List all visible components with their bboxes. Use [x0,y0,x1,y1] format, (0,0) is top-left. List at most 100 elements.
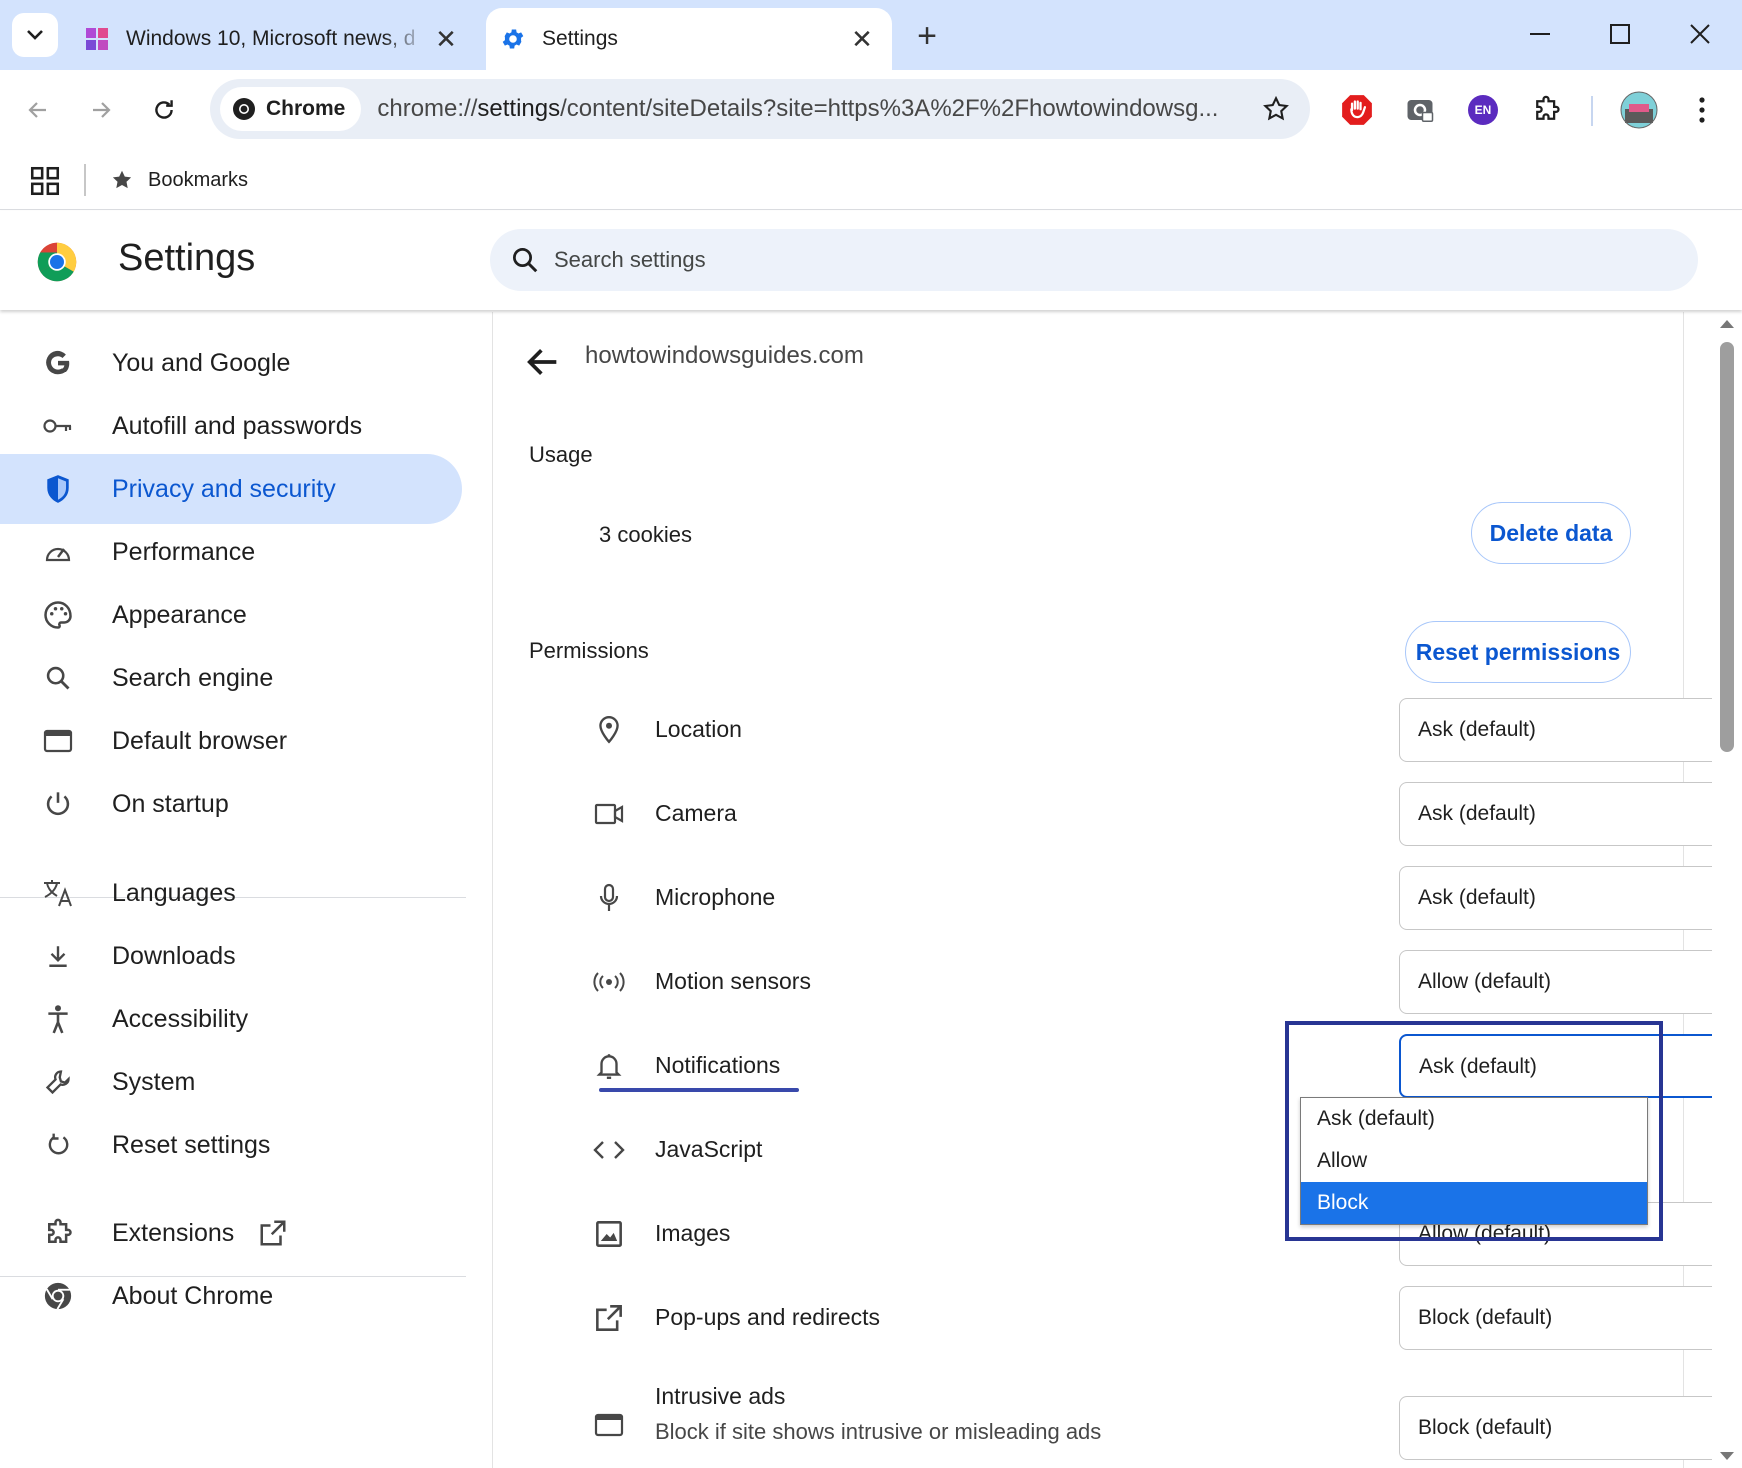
notifications-highlight-underline [599,1088,799,1092]
permission-label: Microphone [655,884,776,910]
close-icon[interactable]: ✕ [844,21,880,57]
tab-search-button[interactable] [12,13,58,57]
url-path: /content/siteDetails?site=https%3A%2F%2F… [560,95,1219,122]
camera-app-icon [1407,100,1434,122]
option-block[interactable]: Block [1301,1182,1647,1224]
camera-permission-select[interactable]: Ask (default) [1399,782,1742,846]
shield-icon [42,473,74,505]
sidebar-item-reset-settings[interactable]: Reset settings [0,1110,462,1180]
extension-badge-label: EN [1474,103,1492,117]
close-window-button[interactable] [1660,8,1740,60]
sidebar-item-label: Autofill and passwords [112,411,363,440]
sidebar-item-languages[interactable]: Languages [0,858,462,928]
back-button[interactable] [14,86,62,134]
sidebar-item-you-and-google[interactable]: You and Google [0,328,462,398]
browser-window-icon [42,725,74,757]
sidebar-item-performance[interactable]: Performance [0,517,462,587]
search-input[interactable] [554,247,1454,273]
camera-icon [593,798,625,830]
sidebar-item-extensions[interactable]: Extensions [0,1198,462,1268]
sidebar-item-search-engine[interactable]: Search engine [0,643,462,713]
palette-icon [42,599,74,631]
tab-windows10-news[interactable]: Windows 10, Microsoft news, d ✕ [70,8,476,70]
plus-icon: + [917,16,937,55]
star-filled-icon [112,170,132,189]
close-icon[interactable]: ✕ [428,21,464,57]
settings-search-box[interactable] [490,229,1698,291]
sidebar-item-label: System [112,1067,196,1096]
permission-label: JavaScript [655,1136,763,1162]
key-icon [42,410,74,442]
permission-sublabel: Block if site shows intrusive or mislead… [655,1419,1102,1444]
delete-data-button[interactable]: Delete data [1471,502,1631,564]
sidebar-item-system[interactable]: System [0,1047,462,1117]
intrusive-ads-permission-select[interactable]: Block (default) [1399,1396,1742,1460]
sidebar-item-privacy-and-security[interactable]: Privacy and security [0,454,462,524]
reset-permissions-button[interactable]: Reset permissions [1405,621,1631,683]
permission-label: Pop-ups and redirects [655,1304,881,1330]
sidebar-item-label: On startup [112,789,229,818]
select-value: Allow (default) [1418,970,1552,993]
sidebar-item-autofill[interactable]: Autofill and passwords [0,391,462,461]
minimize-button[interactable] [1500,8,1580,60]
sidebar-item-label: Accessibility [112,1004,249,1033]
code-brackets-icon [593,1134,625,1166]
popups-permission-select[interactable]: Block (default) [1399,1286,1742,1350]
toolbar-separator [1591,96,1593,126]
download-icon [42,940,74,972]
scroll-up-arrow-icon[interactable] [1720,320,1734,328]
sidebar-item-appearance[interactable]: Appearance [0,580,462,650]
page-scrollbar[interactable] [1712,312,1742,1468]
site-info-chip[interactable]: Chrome [220,87,362,131]
sidebar-item-downloads[interactable]: Downloads [0,921,462,991]
forward-button[interactable] [77,86,125,134]
sidebar-item-accessibility[interactable]: Accessibility [0,984,462,1054]
microphone-permission-select[interactable]: Ask (default) [1399,866,1742,930]
scroll-down-arrow-icon[interactable] [1720,1452,1734,1460]
screenshot-extension-button[interactable] [1398,88,1442,132]
sidebar-item-label: Default browser [112,726,288,755]
sidebar-item-on-startup[interactable]: On startup [0,769,462,839]
arrow-left-icon[interactable] [523,342,563,382]
apps-grid-icon[interactable] [28,164,62,198]
url-host: settings [477,95,561,122]
select-value: Ask (default) [1418,886,1536,909]
extensions-menu-button[interactable] [1524,88,1568,132]
site-details-card: howtowindowsguides.com Usage 3 cookies D… [492,312,1742,1468]
arrow-left-icon [28,102,46,118]
permission-row-intrusive-ads: Intrusive ads Block if site shows intrus… [593,1383,1742,1468]
sidebar-item-default-browser[interactable]: Default browser [0,706,462,776]
bell-icon [593,1050,625,1082]
address-bar[interactable]: Chrome chrome://settings/content/siteDet… [210,79,1310,139]
permission-label: Notifications [655,1052,781,1078]
all-bookmarks-button[interactable]: Bookmarks [110,162,248,198]
search-icon [42,662,74,694]
avatar-icon [1620,91,1658,129]
tab-settings[interactable]: Settings ✕ [486,8,892,70]
adblock-extension-button[interactable] [1335,88,1379,132]
settings-sidebar: You and Google Autofill and passwords Pr… [0,312,492,1468]
new-tab-button[interactable]: + [905,14,949,58]
permission-row-location: Location Ask (default) [593,698,1742,762]
profile-avatar-button[interactable] [1617,88,1661,132]
url-scheme: chrome:// [377,95,478,122]
option-allow[interactable]: Allow [1301,1140,1647,1182]
translate-extension-button[interactable]: EN [1461,88,1505,132]
motion-sensors-permission-select[interactable]: Allow (default) [1399,950,1742,1014]
option-ask-default[interactable]: Ask (default) [1301,1098,1647,1140]
chrome-menu-button[interactable] [1680,88,1724,132]
scrollbar-thumb[interactable] [1720,342,1734,752]
url-text[interactable]: chrome://settings/content/siteDetails?si… [377,95,1252,123]
reload-button[interactable] [140,86,188,134]
google-g-icon [42,347,74,379]
chrome-icon [42,1280,74,1312]
external-link-icon [593,1302,625,1334]
settings-header: Settings [0,211,1742,310]
site-title: howtowindowsguides.com [585,342,864,369]
stop-hand-icon [1342,95,1372,125]
maximize-button[interactable] [1580,8,1660,60]
bookmark-star-button[interactable] [1252,85,1300,133]
speedometer-icon [42,536,74,568]
location-permission-select[interactable]: Ask (default) [1399,698,1742,762]
sidebar-item-about-chrome[interactable]: About Chrome [0,1261,462,1331]
